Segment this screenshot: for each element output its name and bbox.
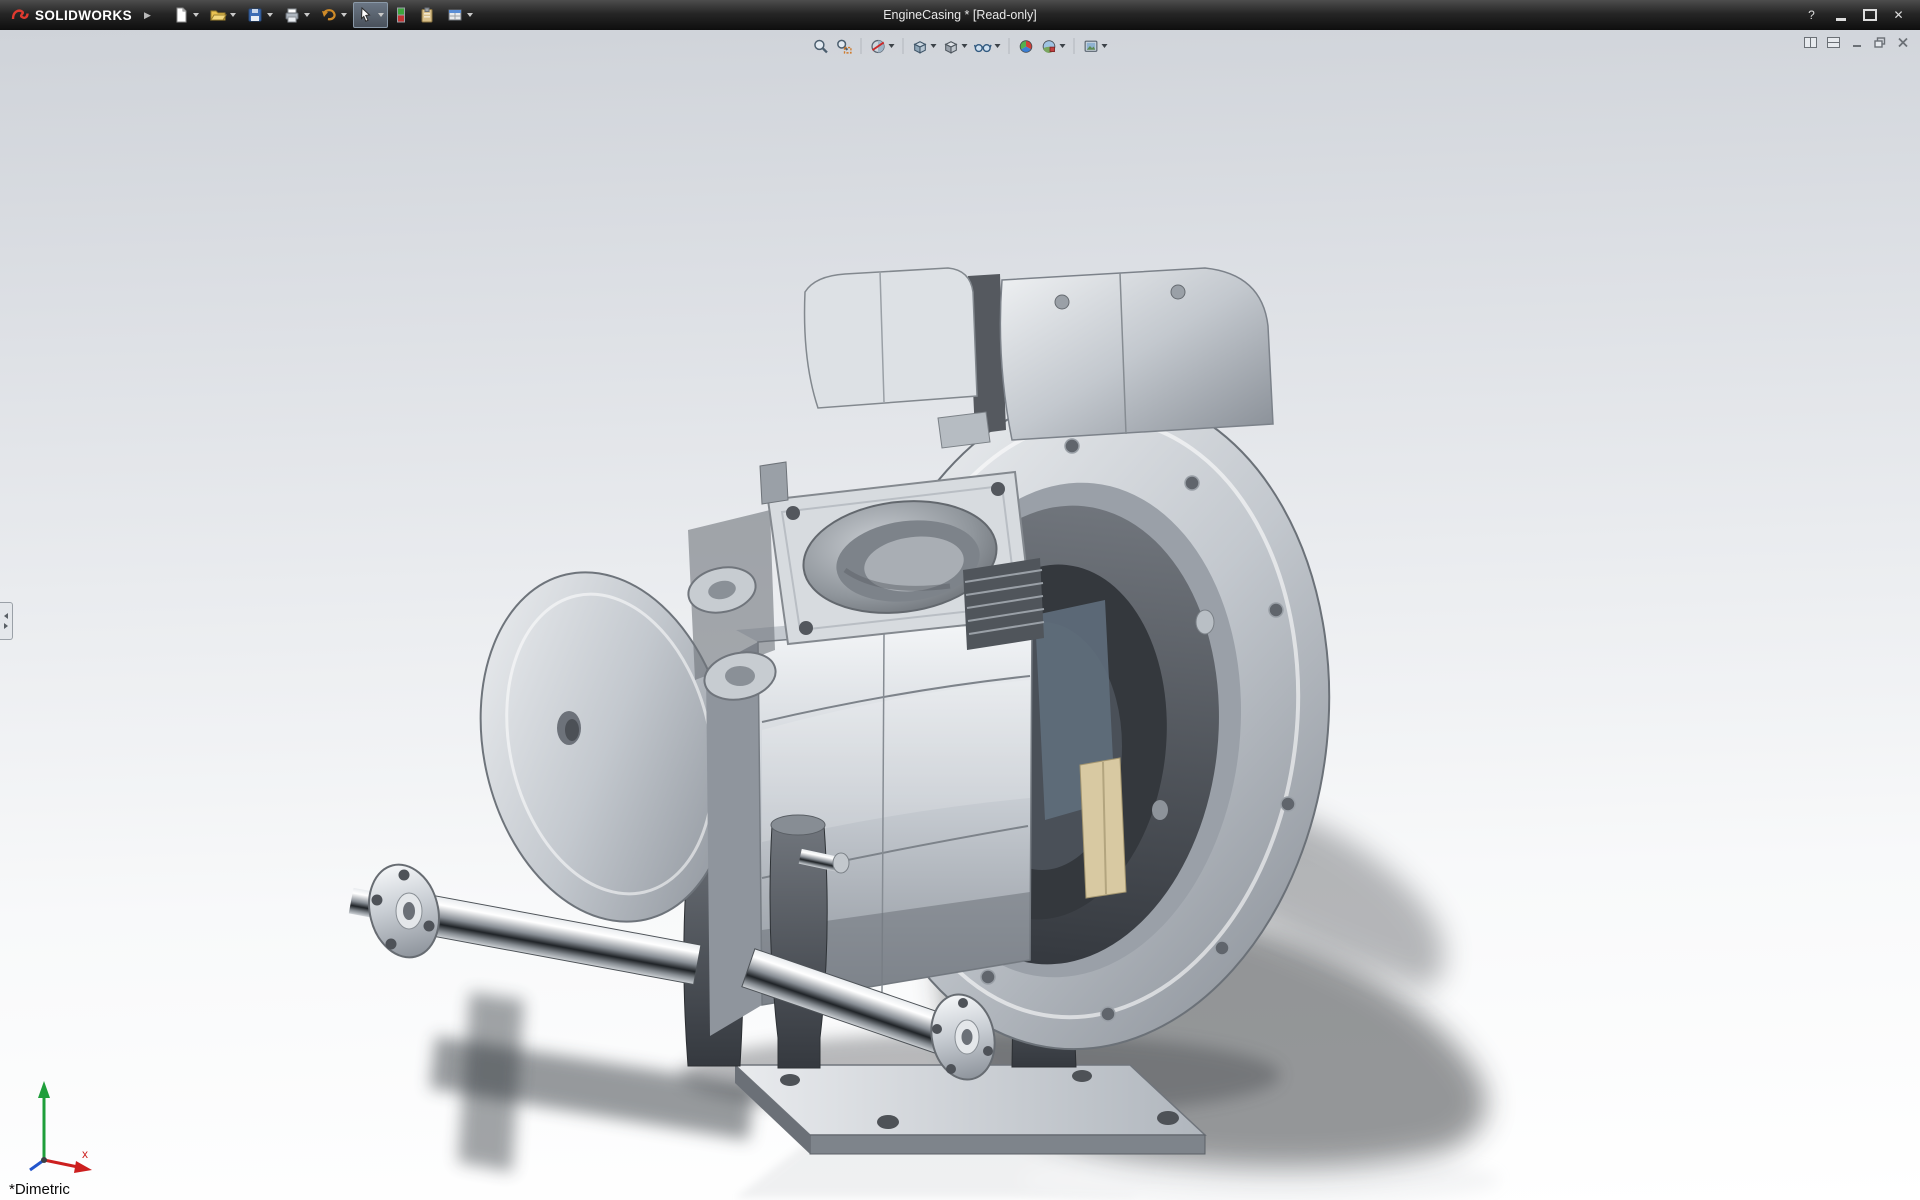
apply-scene-button[interactable] — [1038, 35, 1069, 57]
clipboard-button[interactable] — [414, 2, 440, 28]
maximize-icon — [1862, 9, 1877, 21]
undo-button[interactable] — [316, 2, 351, 28]
title-toolbar — [167, 0, 478, 30]
new-dropdown-caret[interactable] — [192, 13, 199, 17]
doc-close-button[interactable] — [1893, 34, 1912, 50]
maximize-button[interactable] — [1856, 5, 1883, 25]
clipboard-icon — [421, 7, 433, 23]
open-button[interactable] — [205, 2, 240, 28]
new-button[interactable] — [168, 2, 203, 28]
document-window-controls — [1801, 34, 1912, 50]
undo-dropdown-caret[interactable] — [340, 13, 347, 17]
pane-toggle-button-2[interactable] — [1824, 34, 1843, 50]
headsup-separator — [1073, 38, 1075, 54]
doc-restore-button[interactable] — [1870, 34, 1889, 50]
selection-filter-button[interactable] — [390, 2, 412, 28]
triad-x-label: x — [82, 1147, 88, 1161]
doc-restore-icon — [1873, 36, 1885, 48]
select-cursor-icon — [360, 6, 371, 22]
select-dropdown-caret[interactable] — [377, 13, 384, 17]
heads-up-toolbar — [810, 35, 1111, 57]
view-orientation-button[interactable] — [909, 35, 940, 57]
zoom-to-area-icon — [837, 39, 852, 54]
menu-flyout-arrow[interactable]: ▶ — [144, 10, 151, 21]
edit-appearance-button[interactable] — [1015, 35, 1038, 57]
headsup-separator — [860, 38, 862, 54]
doc-minimize-icon — [1852, 44, 1861, 47]
doc-close-icon — [1897, 37, 1908, 47]
doc-minimize-button[interactable] — [1847, 34, 1866, 50]
save-icon — [248, 8, 262, 22]
close-button[interactable]: ✕ — [1885, 5, 1912, 25]
new-file-icon — [176, 7, 187, 23]
display-style-cube-icon — [944, 40, 958, 54]
view-settings-button[interactable] — [1080, 35, 1111, 57]
options-dropdown-caret[interactable] — [466, 13, 473, 17]
zoom-to-fit-icon — [814, 39, 828, 53]
pane-toggle-icon-1 — [1804, 36, 1817, 48]
section-view-icon — [871, 39, 885, 53]
app-brand: SOLIDWORKS — [0, 7, 138, 23]
save-button[interactable] — [242, 2, 277, 28]
panel-splitter-tab[interactable] — [0, 602, 13, 640]
orientation-triad: x — [29, 1081, 92, 1173]
titlebar: SOLIDWORKS ▶ EngineCasing * [Read-only] … — [0, 0, 1920, 30]
hide-show-items-caret[interactable] — [994, 44, 1001, 48]
help-button[interactable]: ? — [1798, 5, 1825, 25]
pane-toggle-button-1[interactable] — [1801, 34, 1820, 50]
model-3d-view[interactable] — [0, 30, 1920, 1200]
headsup-separator — [902, 38, 904, 54]
open-dropdown-caret[interactable] — [229, 13, 236, 17]
view-settings-icon — [1084, 40, 1098, 52]
undo-icon — [321, 9, 336, 21]
cooling-fins — [963, 558, 1045, 650]
window-controls: ? ✕ — [1798, 5, 1920, 25]
options-button[interactable] — [442, 2, 477, 28]
view-settings-caret[interactable] — [1101, 44, 1108, 48]
view-orientation-caret[interactable] — [930, 44, 937, 48]
headsup-separator — [1008, 38, 1010, 54]
display-style-caret[interactable] — [961, 44, 968, 48]
solidworks-logo-icon — [11, 9, 29, 20]
graphics-viewport[interactable]: x *Dimetric — [0, 30, 1920, 1200]
top-covers — [803, 267, 1274, 449]
options-icon — [448, 9, 462, 21]
section-view-button[interactable] — [867, 35, 898, 57]
display-style-button[interactable] — [940, 35, 971, 57]
hide-show-glasses-icon — [973, 43, 992, 52]
select-button[interactable] — [352, 2, 388, 28]
minimize-icon — [1835, 18, 1846, 21]
section-view-caret[interactable] — [888, 44, 895, 48]
print-dropdown-caret[interactable] — [303, 13, 310, 17]
splitter-left-arrow-icon — [4, 613, 8, 619]
view-orientation-cube-icon — [913, 40, 927, 54]
open-folder-icon — [210, 10, 227, 21]
print-icon — [285, 8, 299, 23]
minimize-button[interactable] — [1827, 5, 1854, 25]
zoom-to-area-button[interactable] — [833, 35, 856, 57]
save-dropdown-caret[interactable] — [266, 13, 273, 17]
manifold-lugs — [687, 510, 777, 701]
splitter-right-arrow-icon — [4, 623, 8, 629]
apply-scene-icon — [1042, 39, 1056, 53]
selection-filter-icon — [396, 7, 405, 23]
print-button[interactable] — [279, 2, 314, 28]
app-brand-name: SOLIDWORKS — [35, 7, 132, 23]
pane-toggle-icon-2 — [1827, 36, 1840, 48]
zoom-to-fit-button[interactable] — [810, 35, 833, 57]
view-orientation-label: *Dimetric — [9, 1181, 70, 1198]
apply-scene-caret[interactable] — [1059, 44, 1066, 48]
hide-show-items-button[interactable] — [971, 35, 1004, 57]
edit-appearance-sphere-icon — [1019, 39, 1033, 53]
